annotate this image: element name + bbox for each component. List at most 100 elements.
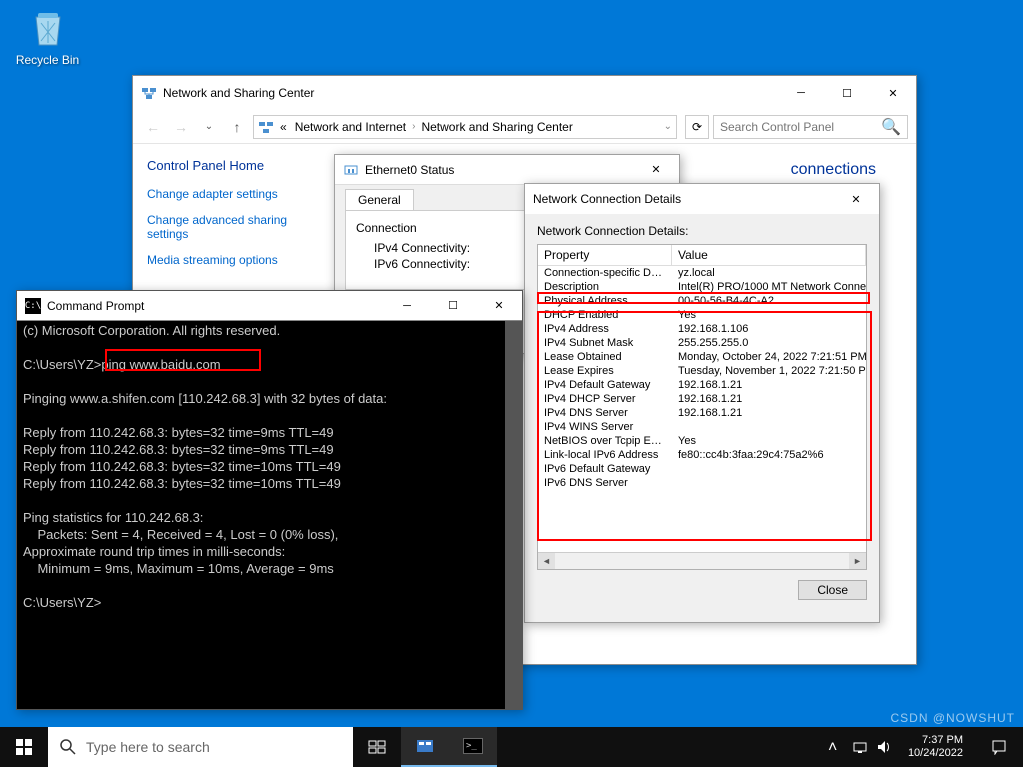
sidebar-link-advanced-sharing[interactable]: Change advanced sharing settings [147, 213, 319, 241]
table-row[interactable]: Link-local IPv6 Addressfe80::cc4b:3faa:2… [538, 448, 866, 462]
nav-up-button[interactable]: ↑ [225, 115, 249, 139]
cmd-minimize-button[interactable]: ─ [384, 291, 430, 321]
cmd-maximize-button[interactable]: ☐ [430, 291, 476, 321]
breadcrumb-prefix: « [278, 120, 289, 134]
nav-recent-button[interactable]: ⌄ [197, 115, 221, 139]
taskbar-search[interactable]: Type here to search [48, 727, 353, 767]
cp-title: Network and Sharing Center [163, 86, 314, 100]
nav-back-button[interactable]: ← [141, 115, 165, 139]
windows-logo-icon [16, 739, 32, 755]
table-row[interactable]: IPv6 DNS Server [538, 476, 866, 490]
property-cell: Lease Obtained [538, 350, 672, 364]
table-row[interactable]: Lease ExpiresTuesday, November 1, 2022 7… [538, 364, 866, 378]
volume-icon[interactable] [876, 739, 892, 755]
network-tray-icon[interactable] [852, 739, 868, 755]
cp-minimize-button[interactable]: ─ [778, 78, 824, 108]
table-row[interactable]: IPv4 Subnet Mask255.255.255.0 [538, 336, 866, 350]
taskbar-app-cmd[interactable]: >_ [449, 727, 497, 767]
scroll-left-icon[interactable]: ◄ [538, 553, 555, 570]
sidebar-link-adapter[interactable]: Change adapter settings [147, 187, 319, 201]
table-row[interactable]: IPv4 Default Gateway192.168.1.21 [538, 378, 866, 392]
chevron-down-icon[interactable]: ⌄ [664, 121, 672, 132]
cmd-vertical-scrollbar[interactable] [505, 321, 522, 709]
cp-close-button[interactable]: ✕ [870, 78, 916, 108]
det-close-button[interactable]: Close [798, 580, 867, 600]
cmd-close-button[interactable]: ✕ [476, 291, 522, 321]
eth-close-button[interactable]: ✕ [633, 155, 679, 185]
value-cell: 00-50-56-B4-4C-A2 [672, 294, 866, 308]
det-close-x-button[interactable]: ✕ [833, 184, 879, 214]
cmd-title: Command Prompt [47, 299, 144, 313]
property-cell: Connection-specific DN... [538, 266, 672, 280]
table-row[interactable]: IPv6 Default Gateway [538, 462, 866, 476]
breadcrumb-item[interactable]: Network and Sharing Center [419, 120, 574, 134]
nav-forward-button[interactable]: → [169, 115, 193, 139]
cp-search-input[interactable] [720, 120, 881, 134]
table-row[interactable]: DHCP EnabledYes [538, 308, 866, 322]
taskbar: Type here to search >_ ˄ 7:37 PM 10/24/2… [0, 727, 1023, 767]
value-cell: 192.168.1.106 [672, 322, 866, 336]
property-cell: IPv4 DNS Server [538, 406, 672, 420]
property-cell: Description [538, 280, 672, 294]
details-table: Property Value Connection-specific DN...… [537, 244, 867, 570]
eth-titlebar[interactable]: Ethernet0 Status ✕ [335, 155, 679, 185]
clock-time: 7:37 PM [908, 734, 963, 747]
det-label: Network Connection Details: [537, 224, 867, 238]
property-cell: IPv4 Address [538, 322, 672, 336]
value-cell [672, 462, 866, 476]
table-row[interactable]: IPv4 DHCP Server192.168.1.21 [538, 392, 866, 406]
table-row[interactable]: IPv4 WINS Server [538, 420, 866, 434]
det-title: Network Connection Details [533, 192, 681, 206]
system-tray: ˄ 7:37 PM 10/24/2022 [824, 727, 1023, 767]
desktop-recycle-bin[interactable]: Recycle Bin [10, 5, 85, 67]
refresh-button[interactable]: ⟳ [685, 115, 709, 139]
col-value-header[interactable]: Value [672, 245, 866, 265]
property-cell: IPv6 Default Gateway [538, 462, 672, 476]
scroll-right-icon[interactable]: ► [849, 553, 866, 570]
ipv6-conn-label: IPv6 Connectivity: [374, 257, 514, 271]
breadcrumb-item[interactable]: Network and Internet [293, 120, 408, 134]
table-row[interactable]: Lease ObtainedMonday, October 24, 2022 7… [538, 350, 866, 364]
start-button[interactable] [0, 727, 48, 767]
cmd-titlebar[interactable]: C:\ Command Prompt ─ ☐ ✕ [17, 291, 522, 321]
cp-titlebar[interactable]: Network and Sharing Center ─ ☐ ✕ [133, 76, 916, 110]
terminal-output[interactable]: (c) Microsoft Corporation. All rights re… [17, 321, 522, 709]
horizontal-scrollbar[interactable]: ◄ ► [538, 552, 866, 569]
property-cell: IPv4 Default Gateway [538, 378, 672, 392]
value-cell: 255.255.255.0 [672, 336, 866, 350]
taskbar-app-control-panel[interactable] [401, 727, 449, 767]
sidebar-link-media-streaming[interactable]: Media streaming options [147, 253, 319, 267]
property-cell: IPv4 WINS Server [538, 420, 672, 434]
cmd-icon: C:\ [25, 298, 41, 314]
table-row[interactable]: Physical Address00-50-56-B4-4C-A2 [538, 294, 866, 308]
table-row[interactable]: IPv4 Address192.168.1.106 [538, 322, 866, 336]
action-center-button[interactable] [979, 727, 1019, 767]
table-row[interactable]: Connection-specific DN...yz.local [538, 266, 866, 280]
tab-general[interactable]: General [345, 189, 414, 210]
cp-maximize-button[interactable]: ☐ [824, 78, 870, 108]
search-icon: 🔍 [881, 117, 901, 137]
cp-search-box[interactable]: 🔍 [713, 115, 908, 139]
command-prompt-window: C:\ Command Prompt ─ ☐ ✕ (c) Microsoft C… [16, 290, 523, 710]
value-cell: Yes [672, 434, 866, 448]
value-cell: Tuesday, November 1, 2022 7:21:50 PM [672, 364, 866, 378]
table-row[interactable]: NetBIOS over Tcpip En...Yes [538, 434, 866, 448]
network-center-icon [141, 85, 157, 101]
taskbar-clock[interactable]: 7:37 PM 10/24/2022 [900, 734, 971, 760]
ipv4-conn-label: IPv4 Connectivity: [374, 241, 514, 255]
table-row[interactable]: IPv4 DNS Server192.168.1.21 [538, 406, 866, 420]
property-cell: NetBIOS over Tcpip En... [538, 434, 672, 448]
det-titlebar[interactable]: Network Connection Details ✕ [525, 184, 879, 214]
chevron-right-icon: › [412, 121, 415, 132]
search-placeholder: Type here to search [86, 739, 210, 755]
watermark-text: CSDN @NOWSHUT [890, 711, 1015, 725]
table-row[interactable]: DescriptionIntel(R) PRO/1000 MT Network … [538, 280, 866, 294]
value-cell: fe80::cc4b:3faa:29c4:75a2%6 [672, 448, 866, 462]
cp-home-link[interactable]: Control Panel Home [147, 158, 319, 173]
col-property-header[interactable]: Property [538, 245, 672, 265]
recycle-bin-label: Recycle Bin [16, 53, 79, 67]
obscured-heading-fragment: connections [791, 161, 876, 179]
tray-expand-icon[interactable]: ˄ [828, 739, 844, 755]
task-view-button[interactable] [353, 727, 401, 767]
breadcrumb[interactable]: « Network and Internet › Network and Sha… [253, 115, 677, 139]
